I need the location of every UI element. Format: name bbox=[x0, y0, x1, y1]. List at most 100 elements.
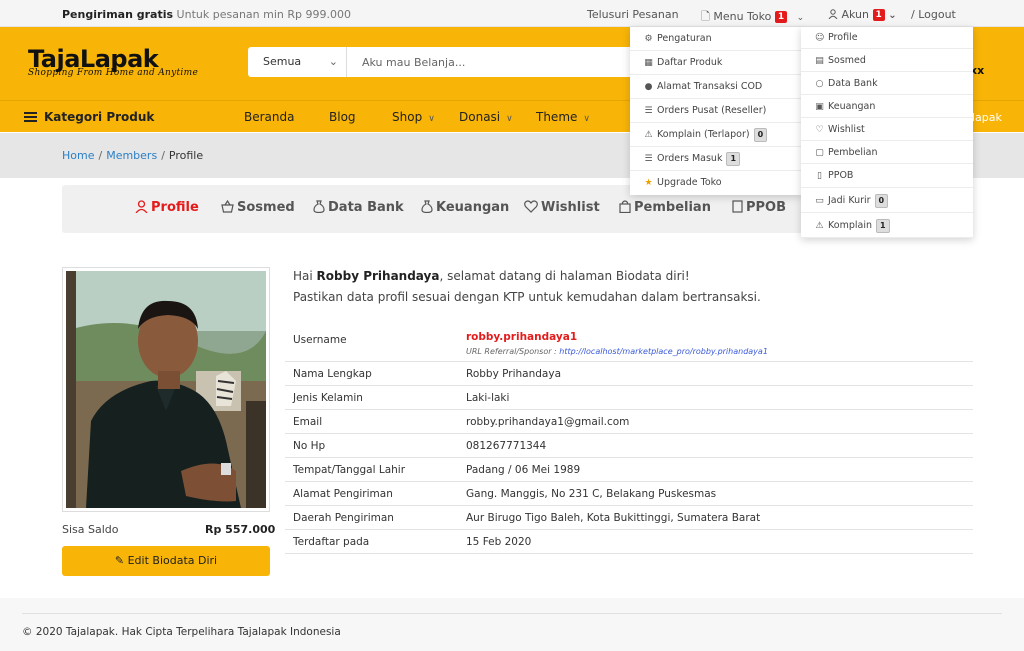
tab-ppob-label: PPOB bbox=[746, 200, 787, 215]
account-menu-item-keuangan[interactable]: ▣ Keuangan bbox=[801, 95, 973, 118]
categories-menu-button[interactable]: Kategori Produk bbox=[24, 110, 154, 124]
table-row: Daerah Pengiriman Aur Birugo Tigo Baleh, … bbox=[285, 505, 973, 530]
store-menu-item-orders-pusat[interactable]: ☰ Orders Pusat (Reseller) bbox=[630, 99, 802, 123]
referral-url-line: URL Referral/Sponsor : http://localhost/… bbox=[466, 347, 965, 356]
warning-icon: ⚠ bbox=[815, 221, 824, 231]
referral-url-link[interactable]: http://localhost/marketplace_pro/robby.p… bbox=[559, 347, 768, 356]
tab-ppob[interactable]: PPOB bbox=[732, 200, 786, 215]
table-row: Alamat Pengiriman Gang. Manggis, No 231 C… bbox=[285, 481, 973, 506]
menu-item-label: Komplain (Terlapor) bbox=[657, 129, 750, 140]
shipping-promo: Pengiriman gratis Untuk pesanan min Rp 9… bbox=[62, 8, 351, 21]
menu-item-label: Orders Pusat (Reseller) bbox=[657, 105, 767, 116]
breadcrumb-separator: / bbox=[98, 149, 103, 162]
breadcrumb-current: Profile bbox=[168, 149, 204, 162]
tab-data-bank-label: Data Bank bbox=[328, 200, 404, 215]
menu-item-label: Upgrade Toko bbox=[657, 177, 722, 188]
row-value: Gang. Manggis, No 231 C, Belakang Puskes… bbox=[458, 481, 973, 506]
account-menu-toggle[interactable]: Akun 1 ⌄ bbox=[828, 8, 897, 21]
menu-item-label: Daftar Produk bbox=[657, 57, 723, 68]
nav-item-blog[interactable]: Blog bbox=[329, 110, 356, 124]
menu-item-label: Keuangan bbox=[828, 101, 876, 112]
tab-keuangan-label: Keuangan bbox=[436, 200, 510, 215]
row-value: robby.prihandaya1 URL Referral/Sponsor :… bbox=[458, 325, 973, 362]
nav-item-beranda[interactable]: Beranda bbox=[244, 110, 294, 124]
row-value: Padang / 06 Mei 1989 bbox=[458, 457, 973, 482]
store-menu-toggle[interactable]: 🗋 Menu Toko 1 ⌄ bbox=[701, 8, 804, 27]
tab-pembelian[interactable]: Pembelian bbox=[619, 200, 711, 215]
nav-item-shop[interactable]: Shop ∨ bbox=[392, 110, 435, 124]
table-row: Username robby.prihandaya1 URL Referral/… bbox=[285, 325, 973, 362]
tab-keuangan[interactable]: Keuangan bbox=[421, 200, 509, 215]
footer-copyright: © 2020 Tajalapak. Hak Cipta Terpelihara … bbox=[22, 626, 341, 638]
store-menu-label: Menu Toko bbox=[713, 10, 772, 23]
money-bag-icon: ○ bbox=[815, 79, 824, 89]
nav-item-donasi[interactable]: Donasi ∨ bbox=[459, 110, 513, 124]
store-menu-dropdown: ⚙ Pengaturan ▦ Daftar Produk ● Alamat Trans… bbox=[630, 27, 802, 195]
table-row: Email robby.prihandaya1@gmail.com bbox=[285, 409, 973, 434]
row-label: Nama Lengkap bbox=[285, 361, 458, 386]
account-menu-item-wishlist[interactable]: ♡ Wishlist bbox=[801, 118, 973, 141]
account-menu-item-profile[interactable]: ☺ Profile bbox=[801, 27, 973, 49]
row-label: Alamat Pengiriman bbox=[285, 481, 458, 506]
biodata-table: Username robby.prihandaya1 URL Referral/… bbox=[285, 325, 973, 554]
menu-item-label: Data Bank bbox=[828, 78, 878, 89]
chevron-down-icon: ∨ bbox=[583, 114, 590, 124]
tab-data-bank[interactable]: Data Bank bbox=[313, 200, 404, 215]
tab-wishlist[interactable]: Wishlist bbox=[524, 200, 600, 215]
search-category-select[interactable]: Semua ⌄ bbox=[248, 47, 347, 77]
shopping-bag-icon bbox=[619, 200, 631, 214]
search-box: Semua ⌄ bbox=[248, 47, 640, 77]
nav-partial-text: lapak bbox=[972, 111, 1002, 124]
store-menu-item-komplain-terlapor[interactable]: ⚠ Komplain (Terlapor) 0 bbox=[630, 123, 802, 147]
categories-label: Kategori Produk bbox=[44, 110, 155, 124]
store-menu-item-orders-masuk[interactable]: ☰ Orders Masuk 1 bbox=[630, 147, 802, 171]
account-menu-item-komplain[interactable]: ⚠ Komplain 1 bbox=[801, 213, 973, 238]
menu-item-label: Wishlist bbox=[828, 124, 865, 135]
account-menu-item-ppob[interactable]: ▯ PPOB bbox=[801, 164, 973, 188]
account-label: Akun bbox=[841, 8, 870, 21]
logout-link[interactable]: / Logout bbox=[911, 8, 956, 21]
account-menu-item-pembelian[interactable]: ▢ Pembelian bbox=[801, 141, 973, 164]
breadcrumb-members[interactable]: Members bbox=[106, 149, 157, 162]
account-menu-dropdown: ☺ Profile ▤ Sosmed ○ Data Bank ▣ Keuangan ♡ W… bbox=[801, 27, 973, 238]
chevron-down-icon: ∨ bbox=[428, 114, 435, 124]
row-label: Jenis Kelamin bbox=[285, 385, 458, 410]
account-menu-item-jadi-kurir[interactable]: ▭ Jadi Kurir 0 bbox=[801, 188, 973, 213]
username-value: robby.prihandaya1 bbox=[466, 331, 578, 343]
warning-icon: ⚠ bbox=[644, 130, 653, 140]
store-menu-item-pengaturan[interactable]: ⚙ Pengaturan bbox=[630, 27, 802, 51]
breadcrumb-home[interactable]: Home bbox=[62, 149, 94, 162]
account-menu-item-sosmed[interactable]: ▤ Sosmed bbox=[801, 49, 973, 72]
star-icon: ★ bbox=[644, 178, 653, 188]
edit-profile-button[interactable]: ✎ Edit Biodata Diri bbox=[62, 546, 270, 576]
account-menu-item-data-bank[interactable]: ○ Data Bank bbox=[801, 72, 973, 95]
menu-item-label: Sosmed bbox=[828, 55, 866, 66]
logo-tagline: Shopping From Home and Anytime bbox=[28, 68, 199, 78]
document-icon: ▯ bbox=[817, 171, 822, 181]
money-bag-icon bbox=[313, 200, 325, 214]
basket-icon bbox=[221, 199, 234, 213]
search-input[interactable] bbox=[348, 47, 638, 77]
nav-item-theme[interactable]: Theme ∨ bbox=[536, 110, 590, 124]
search-category-value: Semua bbox=[263, 55, 302, 68]
basket-icon: ▤ bbox=[815, 56, 824, 66]
breadcrumb-separator: / bbox=[161, 149, 165, 162]
user-icon bbox=[135, 200, 148, 214]
row-label: Daerah Pengiriman bbox=[285, 505, 458, 530]
count-badge: 0 bbox=[874, 194, 889, 208]
menu-item-label: Jadi Kurir bbox=[828, 195, 871, 206]
store-menu-item-upgrade[interactable]: ★ Upgrade Toko bbox=[630, 171, 802, 195]
tab-sosmed[interactable]: Sosmed bbox=[221, 199, 295, 215]
table-row: Terdaftar pada 15 Feb 2020 bbox=[285, 529, 973, 554]
greet-suffix: , selamat datang di halaman Biodata diri… bbox=[439, 269, 690, 283]
greeting-line-1: Hai Robby Prihandaya, selamat datang di … bbox=[293, 269, 690, 283]
tab-profile[interactable]: Profile bbox=[135, 200, 199, 215]
track-order-link[interactable]: Telusuri Pesanan bbox=[587, 8, 679, 21]
menu-item-label: Pengaturan bbox=[657, 33, 712, 44]
store-menu-item-alamat-cod[interactable]: ● Alamat Transaksi COD bbox=[630, 75, 802, 99]
menu-item-label: Alamat Transaksi COD bbox=[657, 81, 763, 92]
chevron-down-icon: ⌄ bbox=[328, 55, 338, 68]
user-icon: ☺ bbox=[815, 33, 825, 43]
site-logo[interactable]: TajaLapak Shopping From Home and Anytime bbox=[28, 45, 198, 78]
store-menu-item-daftar-produk[interactable]: ▦ Daftar Produk bbox=[630, 51, 802, 75]
